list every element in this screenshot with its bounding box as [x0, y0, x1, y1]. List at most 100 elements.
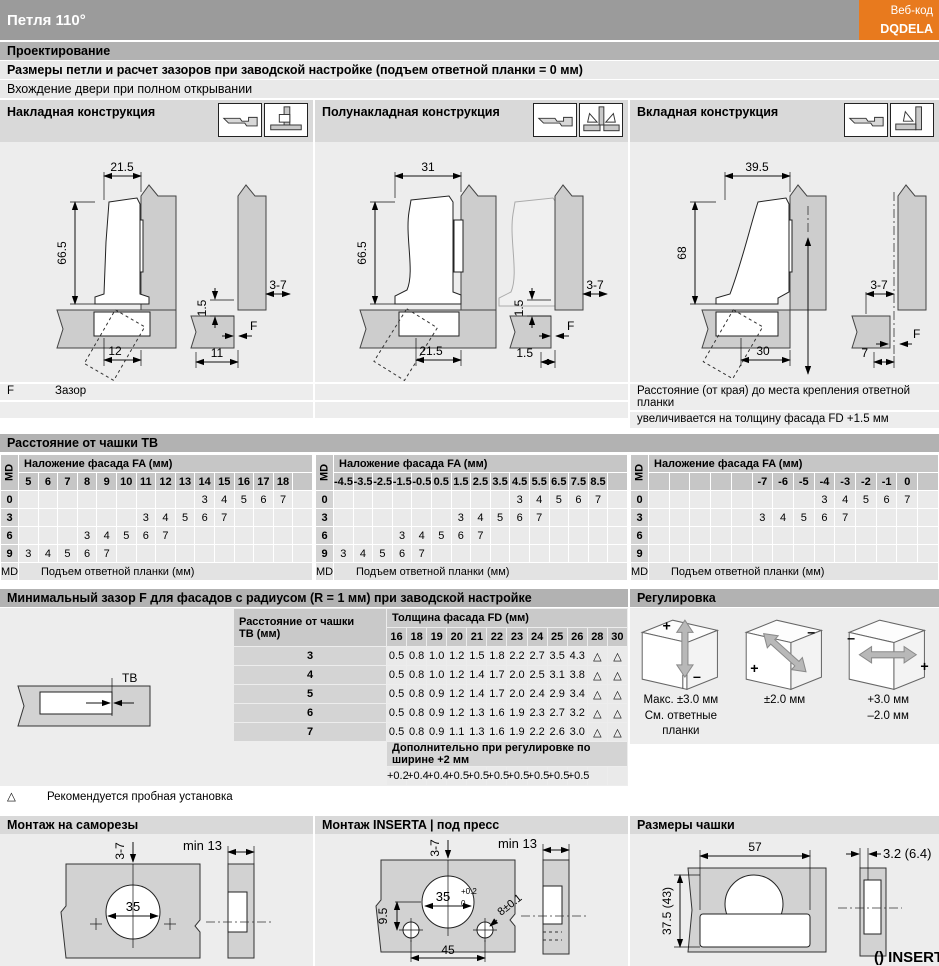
fa-column-header: 9	[97, 473, 116, 490]
fa-value-cell: 7	[215, 509, 234, 526]
fa-table: MDНаложение фасада FA (мм)-7-6-5-4-3-2-1…	[630, 454, 939, 581]
fa-column-header: -2	[856, 473, 876, 490]
gap-value-cell: 4.3	[568, 647, 587, 665]
fa-value-cell	[897, 545, 917, 562]
dim-hole: 35	[436, 889, 450, 904]
fa-column-header: 13	[176, 473, 195, 490]
fa-value-cell	[274, 509, 293, 526]
extra-adjust-value: +0.5	[528, 767, 547, 785]
fa-column-header: 4.5	[510, 473, 529, 490]
extra-adjust-value: +0.2	[387, 767, 406, 785]
fa-value-cell	[393, 509, 412, 526]
gap-value-cell: 1.8	[487, 647, 506, 665]
fa-value-cell	[176, 545, 195, 562]
gap-value-cell: 1.6	[487, 723, 506, 741]
panel-half-overlay-header: Полунакладная конструкция	[315, 100, 628, 142]
fa-value-cell	[117, 491, 136, 508]
fa-value-cell: 7	[471, 527, 490, 544]
caption-line: См. ответные планки	[632, 709, 730, 740]
cabinet-side-panel	[141, 185, 176, 310]
panel-inset-icons	[844, 103, 934, 137]
fa-value-cell	[815, 545, 835, 562]
fa-value-cell	[412, 509, 431, 526]
tb-label: TB	[122, 671, 137, 685]
dim-hole-sup: +0.2	[461, 887, 477, 896]
panel-inset-note-1: Расстояние (от края) до места крепления …	[630, 384, 939, 410]
fa-column-header: -5	[794, 473, 814, 490]
extra-adjust-value: +0.5	[548, 767, 567, 785]
fd-thickness: 23	[507, 628, 526, 646]
cabinet-side-panel	[461, 185, 496, 310]
dim-depth: 3-7	[870, 278, 888, 292]
gap-value-cell: 1.7	[487, 685, 506, 703]
fa-value-cell: 3	[753, 509, 773, 526]
fa-value-cell	[877, 509, 897, 526]
gap-value-cell: 0.5	[387, 704, 406, 722]
fa-footer-text: Подъем ответной планки (мм)	[19, 563, 312, 580]
fa-column-header: -2.5	[373, 473, 392, 490]
mounting-screws-drawing: 35 3-7 min 13	[0, 834, 313, 966]
gap-value-cell: 3.1	[548, 666, 567, 684]
fa-column-header: 15	[215, 473, 234, 490]
panel-inset: Вкладная конструкция 39.5	[630, 100, 939, 428]
fa-value-cell	[78, 509, 97, 526]
panel-overlay-icons	[218, 103, 308, 137]
fa-value-cell: 5	[491, 509, 510, 526]
mounting-inserta-title: Монтаж INSERTA | под пресс	[315, 816, 628, 834]
gap-value-cell: 1.6	[487, 704, 506, 722]
fa-value-cell: 5	[235, 491, 254, 508]
fa-value-cell	[78, 491, 97, 508]
dim-gap: F	[250, 319, 257, 333]
fa-value-cell: 7	[412, 545, 431, 562]
fa-value-cell: 6	[254, 491, 273, 508]
inset-drawing-svg: 39.5 68 30 3-7	[630, 142, 939, 382]
fa-value-cell: 4	[39, 545, 58, 562]
tb-diagram-svg: TB	[0, 608, 233, 778]
hinge-body	[395, 196, 461, 304]
fa-value-cell	[195, 527, 214, 544]
gap-value-cell: 2.7	[548, 704, 567, 722]
fa-value-cell: 6	[137, 527, 156, 544]
fa-value-cell	[897, 527, 917, 544]
fa-value-cell	[794, 491, 814, 508]
fa-value-cell	[794, 527, 814, 544]
open-door-figure: 3-7 F 7	[852, 185, 926, 368]
fa-value-cell	[569, 527, 588, 544]
caption-line: +3.0 мм	[839, 693, 937, 709]
gap-value-cell: 1.2	[447, 685, 466, 703]
fa-value-cell: 6	[393, 545, 412, 562]
fd-thickness: 26	[568, 628, 587, 646]
subtitle: Размеры петли и расчет зазоров при завод…	[0, 61, 939, 79]
fa-column-header: 8	[78, 473, 97, 490]
fa-value-cell	[195, 545, 214, 562]
fa-value-cell	[19, 527, 38, 544]
adjustment-side-svg: – +	[837, 608, 939, 693]
fa-value-cell	[918, 491, 938, 508]
fa-value-cell: 3	[452, 509, 471, 526]
md-row-label: 0	[631, 491, 648, 508]
fa-column-header: 14	[195, 473, 214, 490]
fa-column-header: -4.5	[334, 473, 353, 490]
fa-column-header: 16	[235, 473, 254, 490]
cabinet-side-panel-2	[238, 185, 266, 310]
mounting-row: Монтаж на саморезы 35 3-7 min 13	[0, 816, 939, 966]
panel-half-overlay: Полунакладная конструкция	[315, 100, 628, 428]
fa-header: Наложение фасада FA (мм)	[19, 455, 312, 472]
md-row-label: 0	[316, 491, 333, 508]
md-row-label: 6	[316, 527, 333, 544]
fa-value-cell	[393, 491, 412, 508]
gap-value-cell: 3.4	[568, 685, 587, 703]
gap-value-cell: 0.9	[427, 704, 446, 722]
gap-value-cell: △	[588, 666, 607, 684]
subtitle-note: Вхождение двери при полном открывании	[0, 80, 939, 98]
fa-value-cell: 3	[510, 491, 529, 508]
fa-column-header: -4	[815, 473, 835, 490]
dim-width: 57	[748, 840, 762, 854]
fa-value-cell	[97, 491, 116, 508]
gap-value-cell: 0.5	[387, 666, 406, 684]
fa-value-cell	[608, 491, 627, 508]
fa-value-cell	[373, 509, 392, 526]
fa-value-cell	[897, 509, 917, 526]
dim-hole-sub: 0	[461, 899, 466, 908]
fa-value-cell	[412, 491, 431, 508]
